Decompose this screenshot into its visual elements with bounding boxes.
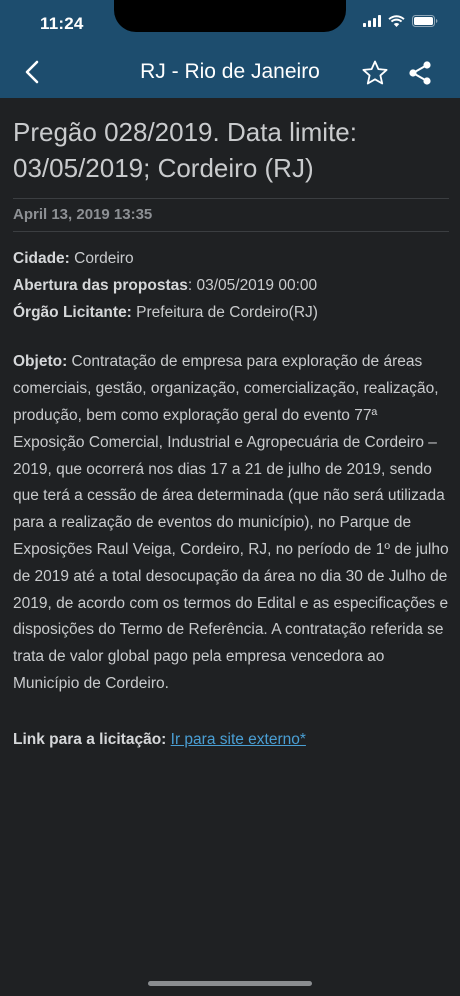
- field-city: Cidade: Cordeiro: [13, 246, 449, 273]
- favorite-button[interactable]: [360, 58, 390, 88]
- star-outline-icon: [362, 60, 388, 85]
- field-label: Abertura das propostas: [13, 276, 188, 294]
- status-icons: [363, 15, 438, 27]
- field-value: Prefeitura de Cordeiro(RJ): [131, 303, 318, 321]
- field-value: : 03/05/2019 00:00: [187, 276, 318, 294]
- device-notch: [114, 0, 346, 32]
- status-bar: 11:24: [0, 0, 460, 46]
- field-label: Cidade:: [13, 250, 70, 267]
- article-title: Pregão 028/2019. Data limite: 03/05/2019…: [13, 117, 357, 183]
- article-date: April 13, 2019 13:35: [13, 206, 153, 223]
- field-agency: Órgão Licitante: Prefeitura de Cordeiro(…: [13, 300, 449, 327]
- article-content: Pregão 028/2019. Data limite: 03/05/2019…: [13, 98, 449, 754]
- link-label: Link para a licitação:: [13, 730, 167, 748]
- share-button[interactable]: [405, 58, 435, 88]
- object-paragraph: Objeto: Contratação de empresa para expl…: [13, 349, 449, 697]
- field-value: Cordeiro: [69, 250, 134, 267]
- external-site-link[interactable]: Ir para site externo*: [171, 731, 306, 748]
- article-fields: Cidade: Cordeiro Abertura das propostas:…: [13, 246, 449, 326]
- share-icon: [409, 61, 431, 85]
- object-text: Contratação de empresa para exploração d…: [13, 353, 449, 692]
- field-proposals-opening: Abertura das propostas: 03/05/2019 00:00: [13, 273, 449, 300]
- back-button[interactable]: [18, 58, 46, 86]
- field-label: Órgão Licitante:: [13, 303, 132, 321]
- app-header: 11:24 RJ - Rio de Janeiro: [0, 0, 460, 98]
- page-title: RJ - Rio de Janeiro: [140, 60, 320, 83]
- signal-icon: [363, 15, 381, 27]
- home-indicator[interactable]: [148, 981, 312, 986]
- battery-icon: [412, 15, 438, 27]
- navigation-bar: RJ - Rio de Janeiro: [0, 46, 460, 98]
- wifi-icon: [388, 15, 405, 27]
- divider: [13, 231, 449, 232]
- status-time: 11:24: [40, 14, 84, 33]
- link-paragraph: Link para a licitação: Ir para site exte…: [13, 727, 449, 754]
- object-label: Objeto:: [13, 353, 68, 371]
- chevron-left-icon: [25, 60, 39, 84]
